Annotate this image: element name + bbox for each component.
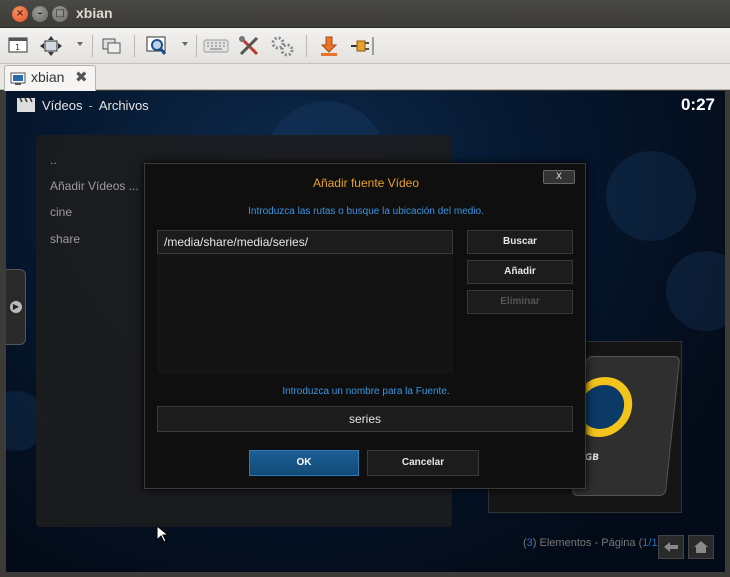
source-name-field[interactable]: series — [157, 406, 573, 432]
windows-icon[interactable] — [100, 34, 124, 58]
window-minimize-button[interactable]: – — [32, 6, 48, 22]
toolbar-separator — [134, 35, 135, 57]
remote-display-icon — [10, 71, 26, 91]
toolbar-separator — [196, 35, 197, 57]
tab-close-icon[interactable]: ✖ — [75, 68, 88, 86]
settings-icon[interactable] — [268, 34, 296, 58]
path-field[interactable]: /media/share/media/series/ — [157, 230, 453, 254]
download-icon[interactable] — [316, 34, 342, 58]
plug-icon[interactable] — [348, 34, 376, 58]
svg-text:1: 1 — [15, 43, 20, 52]
breadcrumb: Vídeos - Archivos — [16, 97, 149, 113]
paths-prompt: Introduzca las rutas o busque la ubicaci… — [248, 206, 484, 217]
tab-bar: xbian ✖ — [0, 64, 730, 91]
list-item[interactable]: Añadir Vídeos ... — [50, 179, 139, 193]
video-clapper-icon — [17, 97, 35, 112]
display-icon[interactable]: 1 — [6, 34, 30, 58]
mouse-cursor-icon — [156, 524, 170, 547]
zoom-icon[interactable] — [144, 34, 170, 58]
fit-screen-icon[interactable] — [38, 34, 64, 58]
breadcrumb-section: Vídeos — [42, 97, 83, 113]
list-item[interactable]: cine — [50, 205, 72, 219]
toolbar: 1 — [0, 28, 730, 64]
chevron-down-icon[interactable] — [182, 42, 188, 46]
tools-icon[interactable] — [236, 34, 262, 58]
window-titlebar: × – □ xbian — [0, 0, 730, 28]
remote-screen[interactable]: Vídeos - Archivos 0:27 .. Añadir Vídeos … — [6, 91, 725, 572]
page-number: 1/1 — [642, 537, 658, 549]
drive-thumbnail: GB — [568, 356, 681, 496]
window-close-button[interactable]: × — [12, 6, 28, 22]
cancel-button[interactable]: Cancelar — [367, 450, 479, 476]
dialog-title: Añadir fuente Vídeo — [312, 176, 420, 190]
back-button[interactable] — [658, 535, 684, 559]
background-bubble — [606, 151, 696, 241]
path-list — [157, 254, 453, 374]
list-item[interactable]: .. — [50, 153, 57, 167]
home-button[interactable] — [688, 535, 714, 559]
back-arrow-icon — [664, 542, 678, 552]
list-item[interactable]: share — [50, 232, 80, 246]
add-button[interactable]: Añadir — [467, 260, 573, 284]
remove-button[interactable]: Eliminar — [467, 290, 573, 314]
clock: 0:27 — [680, 95, 715, 114]
page-info: (3) Elementos - Página (1/1) — [523, 537, 661, 549]
chevron-right-icon: ▶ — [10, 301, 22, 313]
breadcrumb-separator: - — [88, 97, 93, 113]
toolbar-separator — [92, 35, 93, 57]
ok-button[interactable]: OK — [249, 450, 359, 476]
tab-label: xbian — [31, 69, 65, 85]
breadcrumb-subsection: Archivos — [98, 97, 149, 113]
home-icon — [694, 541, 708, 553]
window-title: xbian — [76, 5, 113, 21]
page-info-label: Elementos - Página — [539, 537, 636, 549]
keyboard-icon[interactable] — [202, 34, 230, 58]
toolbar-separator — [306, 35, 307, 57]
chevron-down-icon[interactable] — [77, 42, 83, 46]
background-bubble — [666, 251, 725, 331]
add-video-source-dialog: Añadir fuente Vídeo X Introduzca las rut… — [144, 163, 586, 489]
name-prompt: Introduzca un nombre para la Fuente. — [282, 386, 450, 397]
browse-button[interactable]: Buscar — [467, 230, 573, 254]
window-maximize-button[interactable]: □ — [52, 6, 68, 22]
side-menu-tab[interactable]: ▶ — [6, 269, 26, 345]
tab-xbian[interactable]: xbian ✖ — [4, 65, 96, 91]
dialog-close-button[interactable]: X — [543, 170, 575, 184]
drive-label: GB — [584, 453, 600, 463]
